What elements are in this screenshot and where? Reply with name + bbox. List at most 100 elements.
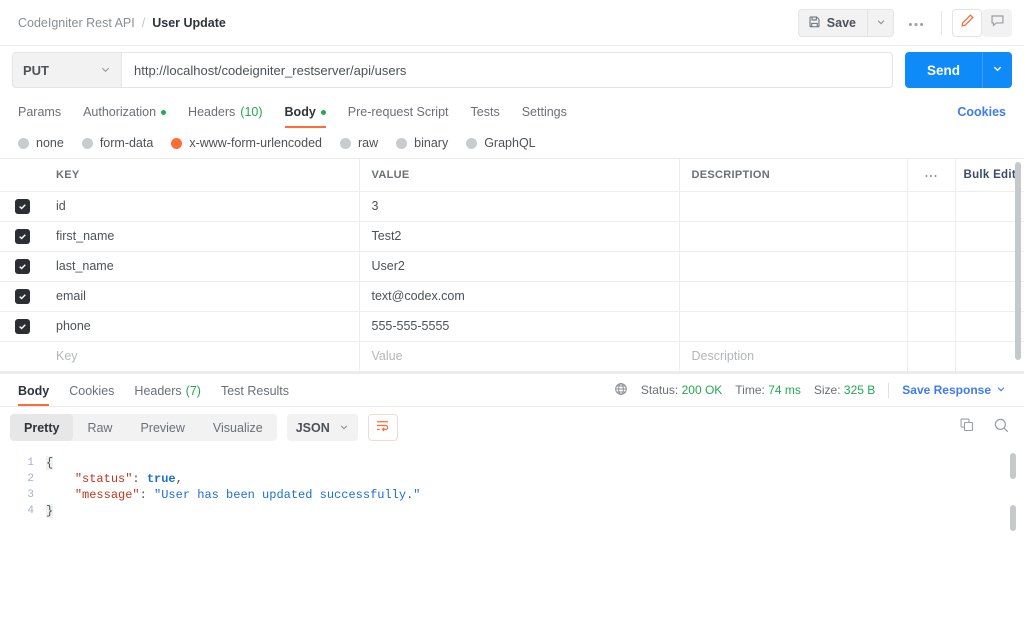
- edit-request-button[interactable]: [952, 8, 982, 37]
- row-key[interactable]: email: [44, 281, 360, 312]
- comments-button[interactable]: [982, 8, 1012, 37]
- view-pretty[interactable]: Pretty: [10, 414, 74, 441]
- row-value[interactable]: User2: [359, 251, 680, 282]
- row-checkbox-cell[interactable]: [0, 191, 44, 222]
- body-params-table: KEY VALUE DESCRIPTION Bulk Edit id 3 fir…: [0, 159, 1024, 372]
- breadcrumb-request-name[interactable]: User Update: [152, 16, 226, 30]
- checkbox-checked-icon[interactable]: [14, 258, 30, 274]
- tab-tests[interactable]: Tests: [471, 105, 500, 128]
- row-value[interactable]: 555-555-5555: [359, 311, 680, 342]
- row-options[interactable]: [907, 251, 956, 282]
- body-type-urlencoded-label: x-www-form-urlencoded: [189, 136, 322, 150]
- row-value[interactable]: 3: [359, 191, 680, 222]
- row-checkbox-cell[interactable]: [0, 221, 44, 252]
- row-checkbox-cell[interactable]: [0, 281, 44, 312]
- response-tab-test-results[interactable]: Test Results: [221, 384, 289, 406]
- header-description: DESCRIPTION: [679, 159, 908, 192]
- view-raw[interactable]: Raw: [73, 414, 126, 441]
- row-description[interactable]: [679, 251, 908, 282]
- placeholder-checkbox-cell: [0, 341, 44, 372]
- tab-params[interactable]: Params: [18, 105, 61, 128]
- response-tab-cookies[interactable]: Cookies: [69, 384, 114, 406]
- header-more-button[interactable]: [901, 9, 931, 37]
- code-scrollbar-bottom[interactable]: [1010, 504, 1016, 531]
- row-description[interactable]: [679, 281, 908, 312]
- breadcrumb-collection[interactable]: CodeIgniter Rest API: [18, 16, 135, 30]
- placeholder-description-input[interactable]: Description: [679, 341, 908, 372]
- save-response-button[interactable]: Save Response: [902, 383, 1006, 397]
- placeholder-value-input[interactable]: Value: [359, 341, 680, 372]
- checkbox-checked-icon[interactable]: [14, 318, 30, 334]
- search-icon[interactable]: [993, 417, 1010, 439]
- row-description[interactable]: [679, 191, 908, 222]
- cookies-link[interactable]: Cookies: [957, 105, 1006, 128]
- save-button[interactable]: Save: [797, 8, 867, 37]
- tab-headers[interactable]: Headers (10): [188, 105, 262, 128]
- radio-icon: [340, 137, 351, 149]
- line-number: 1: [27, 456, 34, 469]
- row-checkbox-cell[interactable]: [0, 251, 44, 282]
- response-tab-body[interactable]: Body: [18, 384, 50, 406]
- table-row[interactable]: first_name Test2: [0, 221, 1024, 252]
- code-colon: :: [139, 487, 155, 502]
- bulk-edit-button[interactable]: Bulk Edit: [963, 169, 1016, 181]
- word-wrap-button[interactable]: [367, 414, 398, 441]
- body-type-raw[interactable]: raw: [340, 136, 378, 150]
- checkbox-checked-icon[interactable]: [14, 228, 30, 244]
- tab-settings[interactable]: Settings: [522, 105, 567, 128]
- line-number: 4: [27, 504, 34, 517]
- row-value[interactable]: text@codex.com: [359, 281, 680, 312]
- body-type-binary[interactable]: binary: [396, 136, 448, 150]
- response-view-switcher: Pretty Raw Preview Visualize: [10, 414, 277, 441]
- row-checkbox-cell[interactable]: [0, 311, 44, 342]
- save-dropdown-button[interactable]: [867, 8, 894, 37]
- body-type-none[interactable]: none: [18, 136, 64, 150]
- table-row[interactable]: email text@codex.com: [0, 281, 1024, 312]
- checkbox-checked-icon[interactable]: [14, 198, 30, 214]
- body-type-urlencoded[interactable]: x-www-form-urlencoded: [171, 136, 322, 150]
- tab-pre-request-script[interactable]: Pre-request Script: [348, 105, 449, 128]
- response-format-select[interactable]: JSON: [286, 414, 358, 441]
- time-value: 74 ms: [768, 383, 801, 397]
- tab-authorization[interactable]: Authorization: [83, 105, 167, 128]
- row-options[interactable]: [907, 281, 956, 312]
- row-key[interactable]: first_name: [44, 221, 360, 252]
- table-row[interactable]: phone 555-555-5555: [0, 311, 1024, 342]
- body-type-form-data[interactable]: form-data: [81, 136, 153, 150]
- placeholder-key-input[interactable]: Key: [44, 341, 360, 372]
- view-preview[interactable]: Preview: [126, 414, 198, 441]
- url-input[interactable]: [122, 52, 893, 88]
- response-tab-headers[interactable]: Headers (7): [134, 384, 201, 406]
- response-body-code[interactable]: 1 { 2 "status" : true , 3 "message" : "U…: [0, 449, 1024, 630]
- breadcrumb: CodeIgniter Rest API / User Update: [18, 16, 226, 30]
- code-scrollbar-top[interactable]: [1010, 452, 1016, 479]
- row-key[interactable]: id: [44, 191, 360, 222]
- size-value: 325 B: [843, 383, 876, 397]
- checkbox-checked-icon[interactable]: [14, 288, 30, 304]
- view-visualize[interactable]: Visualize: [199, 414, 277, 441]
- row-options[interactable]: [907, 191, 956, 222]
- table-options-button[interactable]: [907, 159, 956, 192]
- send-dropdown-button[interactable]: [982, 52, 1012, 88]
- row-options[interactable]: [907, 311, 956, 342]
- body-type-graphql[interactable]: GraphQL: [466, 136, 536, 150]
- copy-icon[interactable]: [959, 417, 975, 438]
- row-value[interactable]: Test2: [359, 221, 680, 252]
- table-scrollbar[interactable]: [1015, 162, 1021, 360]
- row-key[interactable]: last_name: [44, 251, 360, 282]
- time-badge: Time: 74 ms: [735, 383, 801, 397]
- row-key[interactable]: phone: [44, 311, 360, 342]
- row-description[interactable]: [679, 311, 908, 342]
- row-options[interactable]: [907, 221, 956, 252]
- status-dot-icon: [161, 109, 167, 115]
- table-placeholder-row[interactable]: Key Value Description: [0, 341, 1024, 372]
- row-description[interactable]: [679, 221, 908, 252]
- send-button[interactable]: Send: [904, 52, 982, 88]
- tab-headers-count: (10): [240, 105, 263, 119]
- tab-pre-request-script-label: Pre-request Script: [347, 105, 449, 119]
- http-method-select[interactable]: PUT: [12, 52, 122, 88]
- ellipsis-icon: [908, 14, 924, 32]
- table-row[interactable]: last_name User2: [0, 251, 1024, 282]
- table-row[interactable]: id 3: [0, 191, 1024, 222]
- tab-body[interactable]: Body: [284, 105, 327, 128]
